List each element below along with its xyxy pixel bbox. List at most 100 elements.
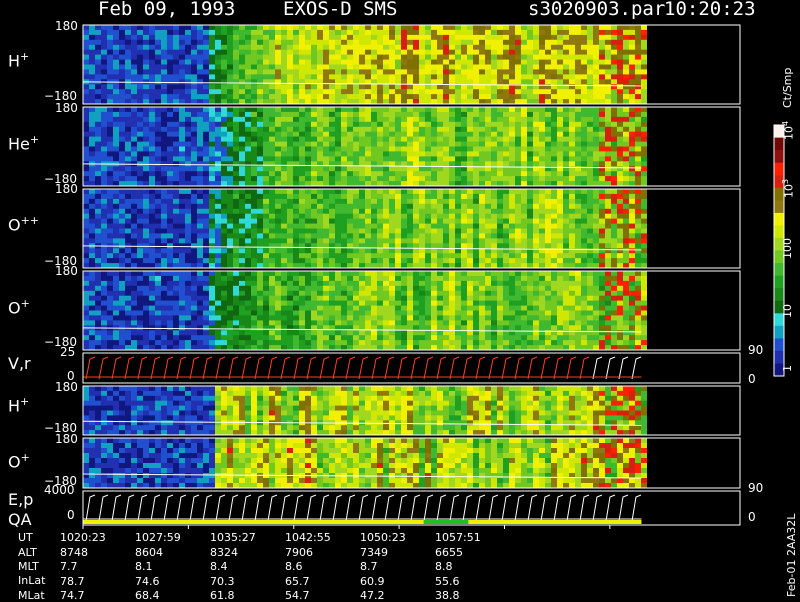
heat-cell [203, 64, 209, 70]
heat-cell [383, 193, 389, 200]
heat-cell [125, 208, 131, 215]
heat-cell [443, 146, 449, 152]
heat-cell [107, 34, 113, 41]
heat-cell [257, 89, 263, 95]
heat-cell [173, 335, 179, 341]
heat-cell [251, 208, 257, 215]
heat-cell [167, 320, 173, 326]
heat-cell [263, 233, 269, 239]
heat-cell [545, 146, 551, 152]
heat-cell [353, 193, 359, 200]
heat-cell [131, 213, 137, 220]
heat-cell [455, 44, 461, 51]
heat-cell [377, 146, 383, 152]
heat-cell [167, 193, 173, 200]
heat-cell [563, 107, 569, 113]
heat-cell [623, 228, 629, 234]
heat-cell [569, 94, 575, 100]
heat-cell [509, 79, 515, 85]
heat-cell [545, 25, 551, 31]
heat-cell [617, 44, 623, 51]
heat-cell [245, 271, 251, 277]
heat-cell [437, 116, 443, 123]
heat-cell [461, 94, 467, 100]
heat-cell [533, 151, 539, 157]
heat-cell [239, 325, 245, 331]
heat-cell [221, 203, 227, 210]
heat-cell [317, 238, 323, 244]
heat-cell [401, 84, 407, 90]
heat-cell [155, 305, 161, 311]
heat-cell [107, 111, 113, 118]
heat-cell [419, 126, 425, 133]
heat-cell [269, 253, 275, 259]
heat-cell [629, 238, 635, 244]
heat-cell [635, 248, 641, 254]
heat-cell [317, 233, 323, 239]
heat-cell [587, 243, 593, 249]
heat-cell [275, 161, 281, 167]
heat-cell [215, 176, 221, 182]
heat-cell [563, 126, 569, 133]
heat-cell [605, 228, 611, 234]
heat-cell [539, 69, 545, 75]
heat-cell [287, 171, 293, 177]
heat-cell [179, 285, 185, 292]
heat-cell [185, 233, 191, 239]
heat-cell [401, 166, 407, 172]
heat-cell [407, 223, 413, 229]
heat-cell [407, 49, 413, 56]
heat-cell [563, 79, 569, 85]
heat-cell [437, 166, 443, 172]
heat-cell [227, 320, 233, 326]
heat-cell [479, 39, 485, 46]
heat-cell [515, 107, 521, 113]
heat-cell [443, 29, 449, 36]
heat-cell [455, 176, 461, 182]
heat-cell [173, 121, 179, 128]
heat-cell [185, 49, 191, 56]
heat-cell [281, 74, 287, 80]
heat-cell [389, 171, 395, 177]
heat-cell [569, 238, 575, 244]
heat-cell [581, 69, 587, 75]
heat-cell [287, 198, 293, 205]
heat-cell [95, 151, 101, 157]
heat-cell [197, 228, 203, 234]
heat-cell [329, 54, 335, 60]
heat-cell [269, 166, 275, 172]
heat-cell [233, 203, 239, 210]
heat-cell [629, 213, 635, 220]
heat-cell [359, 44, 365, 51]
heat-cell [419, 248, 425, 254]
heat-cell [611, 161, 617, 167]
heat-cell [641, 64, 647, 70]
heat-cell [125, 290, 131, 297]
heat-cell [293, 218, 299, 224]
heat-cell [293, 94, 299, 100]
heat-cell [155, 39, 161, 46]
heat-cell [197, 243, 203, 249]
heat-cell [179, 315, 185, 321]
heat-cell [245, 189, 251, 195]
heat-cell [185, 84, 191, 90]
heat-cell [275, 233, 281, 239]
heat-cell [227, 84, 233, 90]
heat-cell [599, 223, 605, 229]
heat-cell [479, 54, 485, 60]
heat-cell [539, 79, 545, 85]
heat-cell [329, 156, 335, 162]
heat-cell [377, 156, 383, 162]
heat-cell [317, 121, 323, 128]
heat-cell [419, 59, 425, 65]
heat-cell [257, 228, 263, 234]
heat-cell [137, 141, 143, 147]
heat-cell [557, 94, 563, 100]
heat-cell [281, 84, 287, 90]
heat-cell [173, 213, 179, 220]
heat-cell [449, 193, 455, 200]
heat-cell [545, 136, 551, 142]
heat-cell [569, 258, 575, 264]
heat-cell [191, 243, 197, 249]
heat-cell [347, 111, 353, 118]
